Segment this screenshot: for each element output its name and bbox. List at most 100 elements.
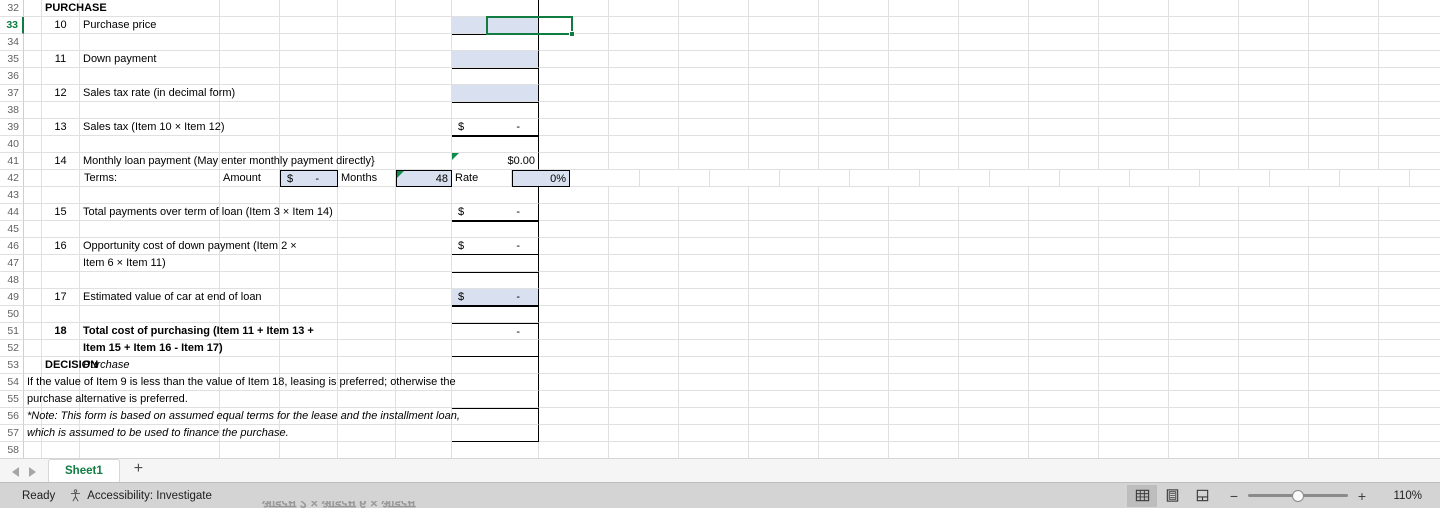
grid-cell[interactable] [1169, 204, 1239, 221]
grid-cell[interactable] [1029, 68, 1099, 85]
grid-cell[interactable] [819, 102, 889, 119]
row-header-40[interactable]: 40 [0, 136, 24, 153]
grid-cell[interactable] [1029, 51, 1099, 68]
grid-cell[interactable] [396, 357, 452, 374]
grid-cell[interactable] [338, 306, 396, 323]
grid-cell[interactable] [889, 187, 959, 204]
grid-cell[interactable] [1029, 119, 1099, 136]
row-header-52[interactable]: 52 [0, 340, 24, 357]
grid-cell[interactable] [280, 255, 338, 272]
grid-cell[interactable] [609, 153, 679, 170]
grid-cell[interactable] [1340, 170, 1410, 187]
grid-cell[interactable] [1309, 119, 1379, 136]
grid-cell[interactable] [338, 17, 396, 34]
grid-cell[interactable] [1029, 187, 1099, 204]
grid-cell[interactable] [24, 204, 42, 221]
grid-cell[interactable] [679, 68, 749, 85]
grid-cell[interactable] [220, 85, 280, 102]
grid-cell[interactable] [280, 187, 338, 204]
grid-cell[interactable] [1379, 187, 1440, 204]
grid-cell[interactable] [1099, 68, 1169, 85]
zoom-out-button[interactable]: − [1229, 489, 1239, 503]
grid-cell[interactable] [539, 68, 609, 85]
grid-cell[interactable] [1169, 0, 1239, 17]
grid-cell[interactable] [280, 323, 338, 340]
grid-cell[interactable] [24, 119, 42, 136]
grid-cell[interactable] [819, 306, 889, 323]
grid-cell[interactable] [280, 102, 338, 119]
grid-cell[interactable] [1029, 289, 1099, 306]
sheet-nav-arrows[interactable] [0, 467, 48, 482]
grid-cell[interactable] [1029, 357, 1099, 374]
grid-cell[interactable] [42, 187, 80, 204]
grid-cell[interactable] [452, 136, 539, 153]
row-header-54[interactable]: 54 [0, 374, 24, 391]
grid-cell[interactable] [539, 442, 609, 459]
grid-cell[interactable] [220, 51, 280, 68]
grid-cell[interactable] [1309, 289, 1379, 306]
grid-cell[interactable] [889, 119, 959, 136]
grid-cell[interactable] [819, 34, 889, 51]
fill-handle[interactable] [569, 31, 575, 37]
grid-cell[interactable] [42, 102, 80, 119]
grid-cell[interactable] [452, 357, 539, 374]
grid-cell[interactable] [396, 34, 452, 51]
grid-cell[interactable] [539, 374, 609, 391]
grid-cell[interactable] [749, 17, 819, 34]
grid-cell[interactable] [889, 68, 959, 85]
value-sales-tax[interactable]: $ - [452, 119, 539, 136]
grid-cell[interactable] [539, 289, 609, 306]
row-header-51[interactable]: 51 [0, 323, 24, 340]
grid-cell[interactable] [1239, 17, 1309, 34]
grid-cell[interactable] [819, 85, 889, 102]
grid-cell[interactable] [819, 68, 889, 85]
grid-cell[interactable] [1239, 272, 1309, 289]
grid-cell[interactable] [609, 238, 679, 255]
grid-cell[interactable] [338, 68, 396, 85]
grid-cell[interactable] [959, 17, 1029, 34]
grid-cell[interactable] [920, 170, 990, 187]
grid-cell[interactable] [889, 136, 959, 153]
terms-months-label[interactable]: Months [338, 170, 396, 187]
grid-cell[interactable] [80, 238, 220, 255]
grid-cell[interactable] [338, 442, 396, 459]
grid-cell[interactable] [1309, 238, 1379, 255]
grid-cell[interactable] [609, 340, 679, 357]
grid-cell[interactable] [1309, 323, 1379, 340]
grid-cell[interactable] [80, 136, 220, 153]
grid-cell[interactable] [1379, 51, 1440, 68]
grid-cell[interactable] [609, 357, 679, 374]
grid-cell[interactable] [338, 238, 396, 255]
grid-cell[interactable] [1169, 68, 1239, 85]
grid-cell[interactable] [539, 238, 609, 255]
grid-cell[interactable] [570, 170, 640, 187]
grid-cell[interactable] [959, 187, 1029, 204]
grid-cell[interactable] [1169, 425, 1239, 442]
grid-cell[interactable] [1239, 408, 1309, 425]
row-header-37[interactable]: 37 [0, 85, 24, 102]
grid-cell[interactable] [1309, 68, 1379, 85]
grid-cell[interactable] [609, 119, 679, 136]
grid-cell[interactable] [42, 68, 80, 85]
grid-cell[interactable] [679, 255, 749, 272]
grid-cell[interactable] [1309, 442, 1379, 459]
grid-cell[interactable] [819, 442, 889, 459]
grid-cell[interactable] [220, 306, 280, 323]
grid-cell[interactable] [679, 34, 749, 51]
grid-cell[interactable] [452, 391, 539, 408]
grid-cell[interactable] [1379, 153, 1440, 170]
grid-cell[interactable] [1169, 289, 1239, 306]
grid-cell[interactable] [959, 357, 1029, 374]
grid-cell[interactable] [1169, 323, 1239, 340]
grid-cell[interactable] [452, 306, 539, 323]
grid-cell[interactable] [609, 323, 679, 340]
grid-cell[interactable] [280, 272, 338, 289]
next-sheet-icon[interactable] [29, 467, 36, 477]
grid-cell[interactable] [679, 391, 749, 408]
grid-cell[interactable] [1169, 255, 1239, 272]
grid-cell[interactable] [1239, 425, 1309, 442]
grid-cell[interactable] [889, 51, 959, 68]
grid-cell[interactable] [24, 136, 42, 153]
grid-cell[interactable] [42, 442, 80, 459]
grid-cell[interactable] [1239, 68, 1309, 85]
